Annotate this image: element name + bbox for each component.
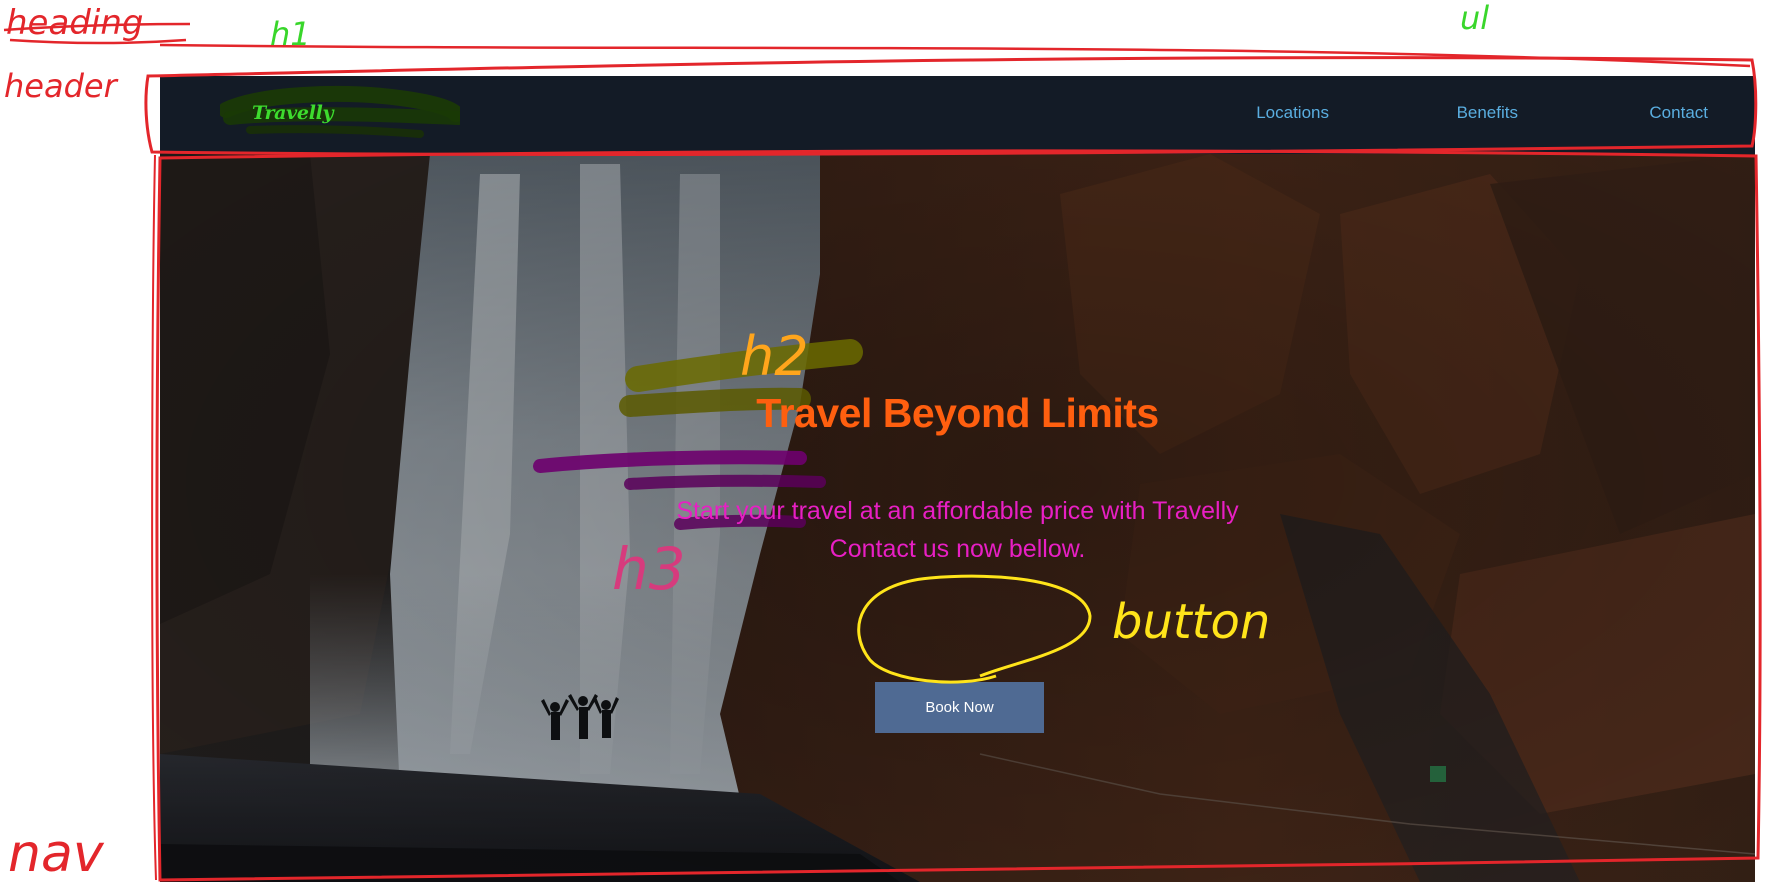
annotation-h3-label: h3 bbox=[612, 535, 686, 603]
annotation-header-label: header bbox=[4, 67, 117, 105]
annotation-h2-label: h2 bbox=[740, 325, 809, 388]
hero-title: Travel Beyond Limits bbox=[756, 390, 1159, 436]
annotation-ul-label: ul bbox=[1460, 0, 1490, 37]
site-header: Travelly Locations Benefits Contact bbox=[160, 76, 1755, 154]
nav-link-benefits[interactable]: Benefits bbox=[1457, 103, 1518, 123]
book-now-button[interactable]: Book Now bbox=[875, 682, 1044, 733]
hero-subtitle-line-1: Start your travel at an affordable price… bbox=[676, 497, 1239, 525]
hero-subtitle-line-2: Contact us now bellow. bbox=[829, 535, 1086, 563]
hero-section: Travel Beyond Limits Start your travel a… bbox=[160, 154, 1755, 882]
website-mockup: Travelly Locations Benefits Contact Trav… bbox=[160, 76, 1755, 882]
annotation-button-label: button bbox=[1112, 594, 1271, 650]
hero-subtitle: Start your travel at an affordable price… bbox=[160, 492, 1755, 568]
annotation-h1-label: h1 bbox=[270, 15, 311, 53]
nav-link-locations[interactable]: Locations bbox=[1256, 103, 1329, 123]
annotated-screenshot: Travelly Locations Benefits Contact Trav… bbox=[0, 0, 1781, 890]
annotation-nav-label: nav bbox=[8, 824, 104, 884]
annotation-heading-struck: heading bbox=[6, 3, 144, 43]
brand-logo[interactable]: Travelly bbox=[252, 102, 334, 124]
nav-link-contact[interactable]: Contact bbox=[1649, 103, 1708, 123]
